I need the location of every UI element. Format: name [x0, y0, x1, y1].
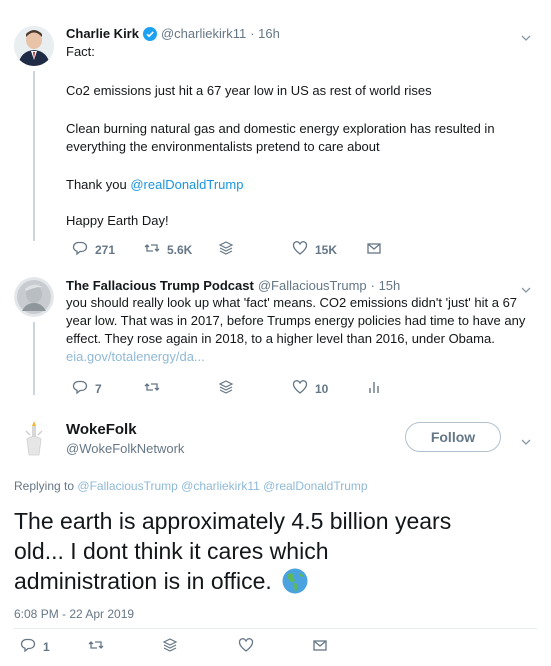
- like-button[interactable]: 10: [292, 379, 328, 398]
- stack-button[interactable]: [162, 637, 178, 656]
- reply-button[interactable]: 1: [20, 637, 50, 656]
- retweet-button[interactable]: [144, 379, 160, 398]
- stack-icon: [162, 637, 178, 656]
- reply-count: 271: [95, 242, 116, 257]
- message-button[interactable]: [366, 240, 382, 259]
- retweet-count: 5.6K: [167, 242, 193, 257]
- stack-button[interactable]: [218, 379, 234, 398]
- external-link[interactable]: eia.gov/totalenergy/da...: [66, 348, 205, 366]
- avatar-fallacious-trump[interactable]: [14, 277, 54, 317]
- like-button[interactable]: [238, 637, 254, 656]
- chevron-down-icon[interactable]: [521, 282, 531, 300]
- tweet-text-line: effect. They rose again in 2018, to a hi…: [66, 331, 495, 346]
- thread-line: [33, 322, 35, 395]
- like-button[interactable]: 15K: [292, 240, 337, 259]
- tweet-text-line: year low. That was in 2017, before Trump…: [66, 313, 526, 328]
- reply-button[interactable]: 7: [72, 379, 102, 398]
- envelope-icon: [366, 240, 382, 259]
- reply-icon: [72, 379, 88, 398]
- stack-icon: [218, 240, 234, 259]
- stack-button[interactable]: [218, 240, 234, 259]
- tweet-text-line: Clean burning natural gas and domestic e…: [66, 121, 495, 136]
- replying-to: Replying to @FallaciousTrump @charliekir…: [14, 479, 368, 493]
- chevron-down-icon[interactable]: [521, 434, 531, 452]
- globe-americas-icon: [282, 568, 308, 594]
- retweet-icon: [144, 240, 160, 259]
- analytics-button[interactable]: [366, 379, 382, 398]
- retweet-icon: [144, 379, 160, 398]
- tweet-text-line: administration is in office.: [14, 568, 272, 594]
- tweet-text-line: Fact:: [66, 44, 95, 59]
- tweet-text-line: Happy Earth Day!: [66, 213, 169, 228]
- bar-chart-icon: [366, 379, 382, 398]
- author-handle[interactable]: @charliekirk11: [161, 26, 246, 41]
- chevron-down-icon[interactable]: [521, 30, 531, 48]
- verified-badge-icon: [142, 26, 157, 41]
- reply-count: 1: [43, 639, 50, 654]
- tweet-text-line: The earth is approximately 4.5 billion y…: [14, 508, 452, 534]
- mention-link[interactable]: @realDonaldTrump: [130, 177, 243, 192]
- author-name[interactable]: The Fallacious Trump Podcast: [66, 278, 254, 293]
- divider: [14, 628, 537, 629]
- author-handle[interactable]: @FallaciousTrump: [258, 278, 367, 293]
- tweet-text-line: Thank you: [66, 177, 131, 192]
- follow-button[interactable]: Follow: [405, 422, 501, 452]
- tweet-text-line: old... I dont think it cares which: [14, 538, 329, 564]
- tweet-text-line: Co2 emissions just hit a 67 year low in …: [66, 83, 432, 98]
- retweet-icon: [88, 637, 104, 656]
- tweet-time[interactable]: · 15h: [371, 278, 401, 293]
- tweet-text-line: everything the environmentalists pretend…: [66, 139, 380, 154]
- avatar-wokefolk[interactable]: [14, 417, 54, 457]
- like-count: 10: [315, 381, 329, 396]
- reply-count: 7: [95, 381, 102, 396]
- replying-to-mentions[interactable]: @FallaciousTrump @charliekirk11 @realDon…: [77, 479, 367, 493]
- tweet-time[interactable]: · 16h: [250, 26, 280, 41]
- retweet-button[interactable]: 5.6K: [144, 240, 192, 259]
- replying-to-label: Replying to: [14, 479, 75, 493]
- stack-icon: [218, 379, 234, 398]
- reply-button[interactable]: 271: [72, 240, 115, 259]
- heart-icon: [238, 637, 254, 656]
- tweet-timestamp[interactable]: 6:08 PM - 22 Apr 2019: [14, 607, 134, 621]
- tweet-text-line: you should really look up what 'fact' me…: [66, 295, 518, 310]
- author-name[interactable]: Charlie Kirk: [66, 26, 139, 41]
- author-name[interactable]: WokeFolk: [66, 421, 137, 438]
- envelope-icon: [312, 637, 328, 656]
- retweet-button[interactable]: [88, 637, 104, 656]
- message-button[interactable]: [312, 637, 328, 656]
- heart-icon: [292, 240, 308, 259]
- heart-icon: [292, 379, 308, 398]
- reply-icon: [20, 637, 36, 656]
- reply-icon: [72, 240, 88, 259]
- like-count: 15K: [315, 242, 338, 257]
- avatar-charlie-kirk[interactable]: [14, 26, 54, 66]
- author-handle[interactable]: @WokeFolkNetwork: [66, 441, 184, 456]
- thread-line: [33, 71, 35, 241]
